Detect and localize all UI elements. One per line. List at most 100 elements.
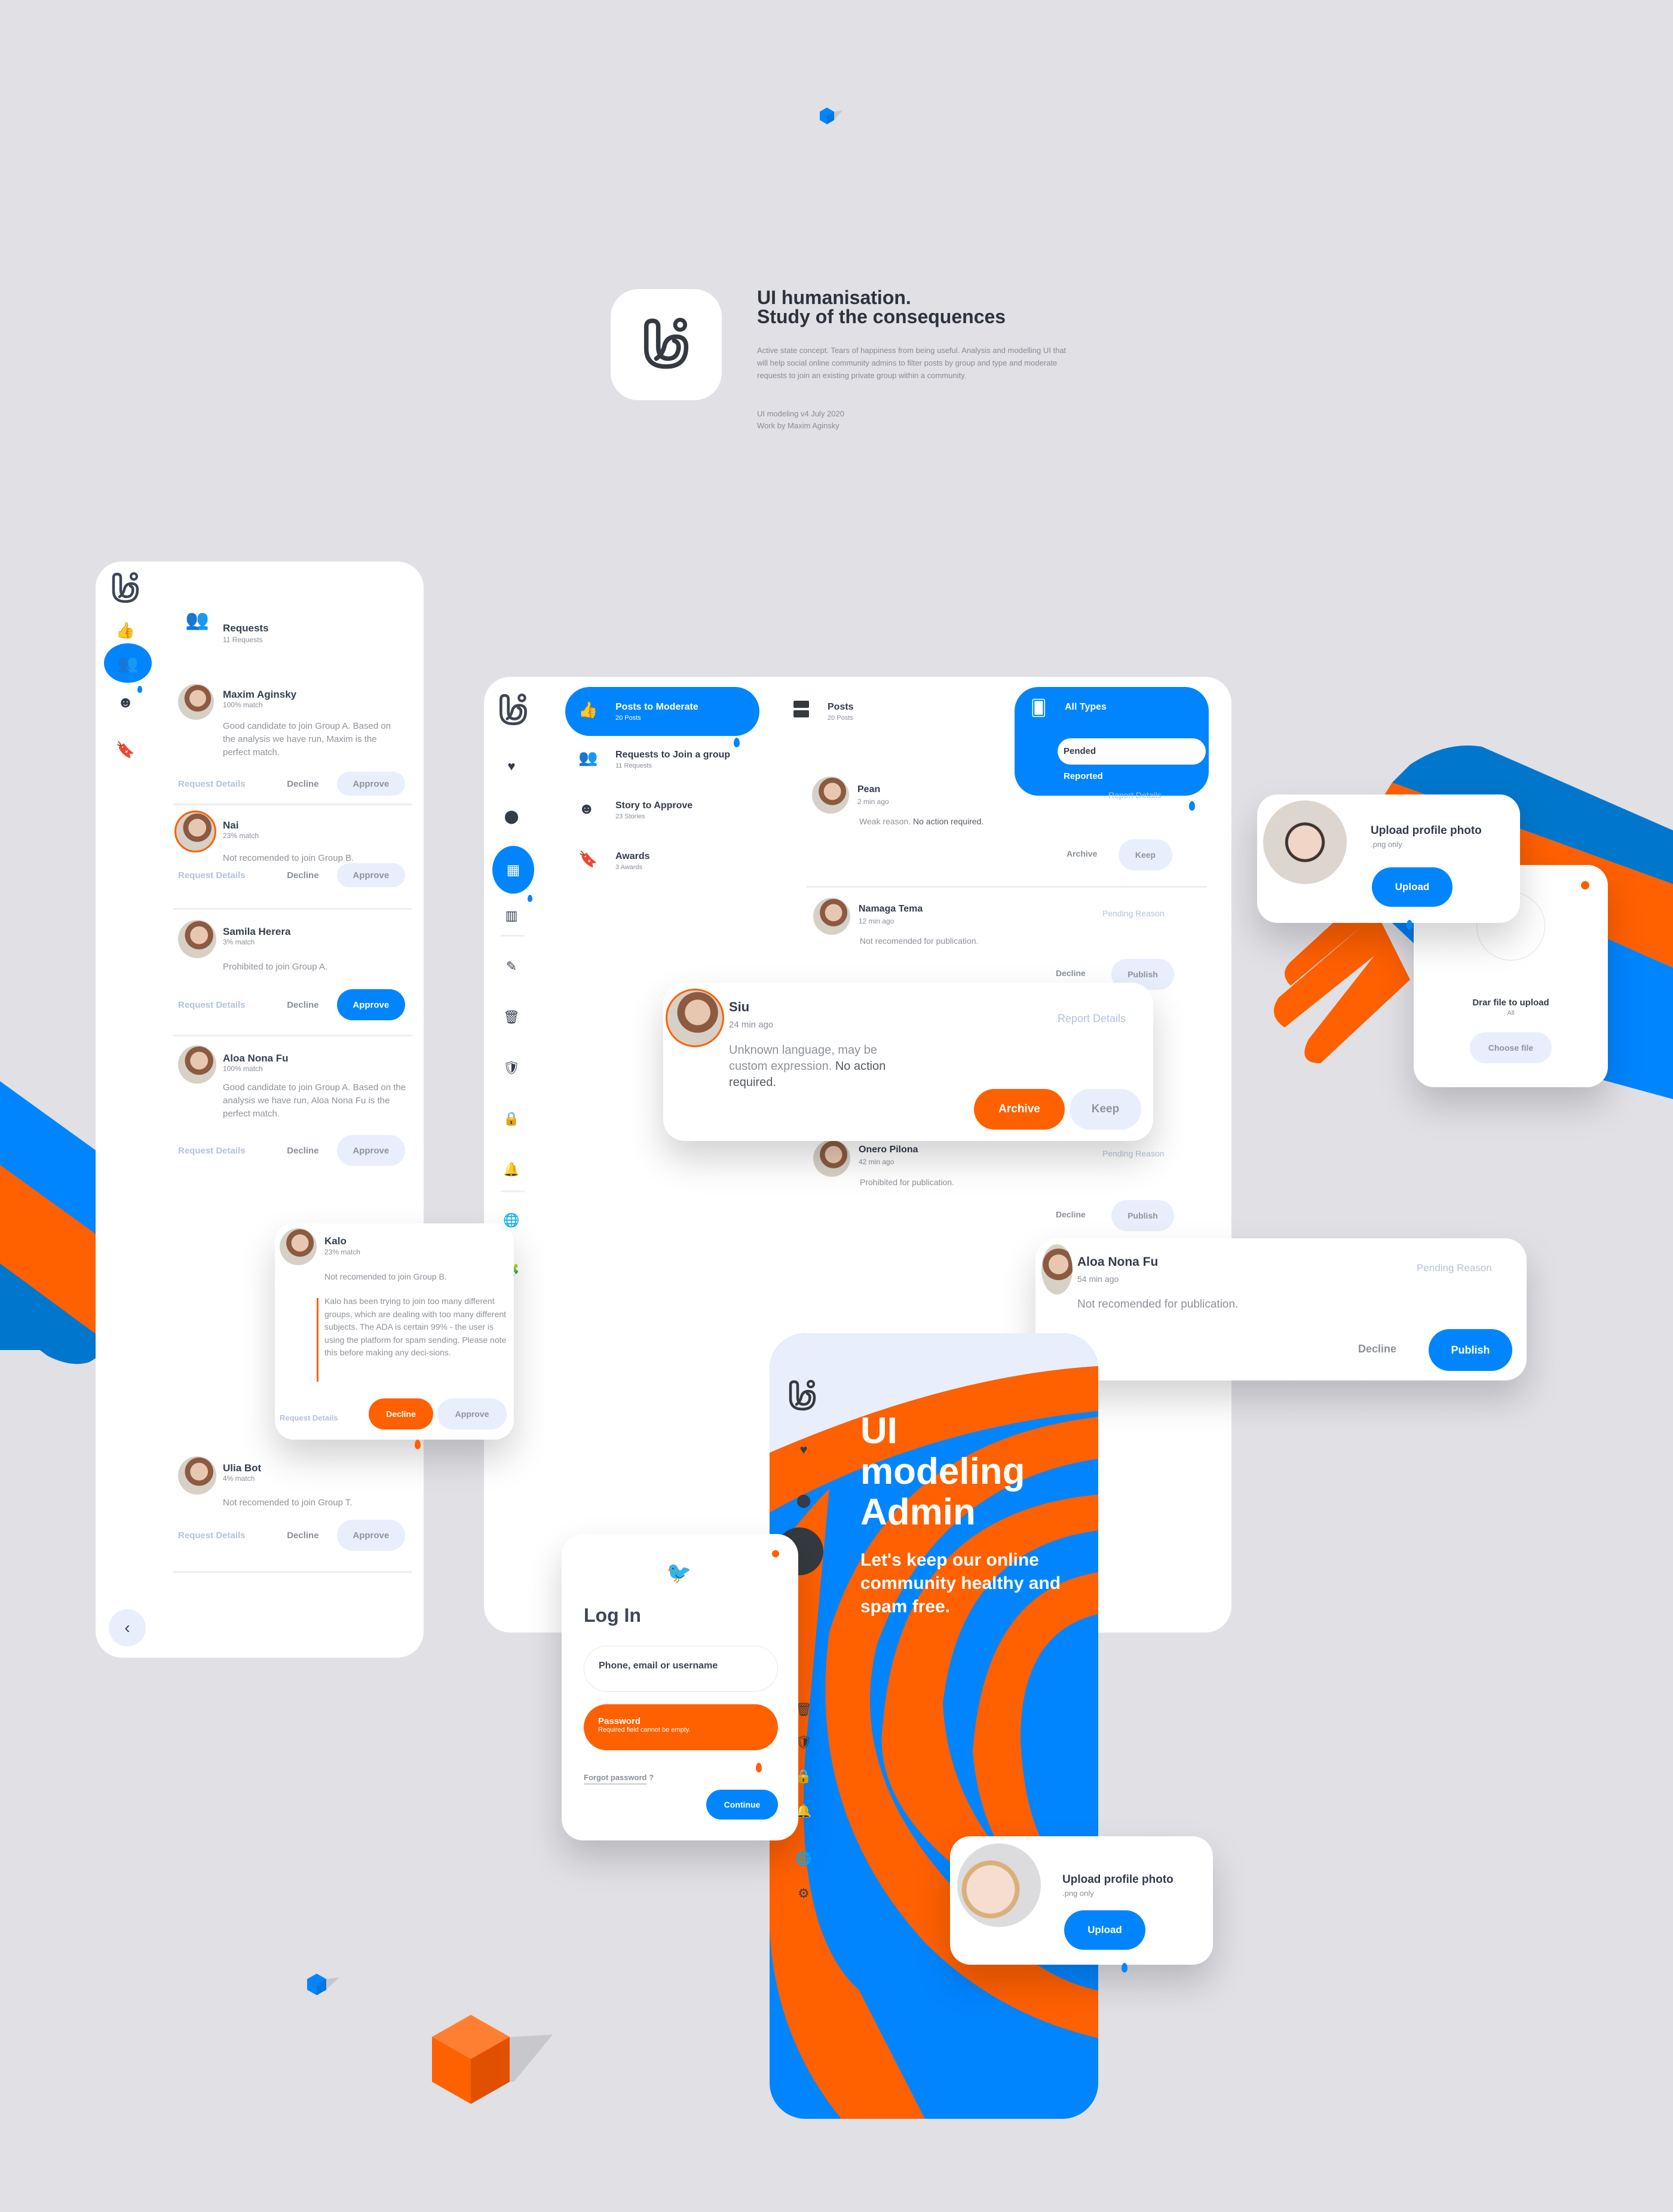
bell-icon[interactable]: 🔔 xyxy=(500,1158,523,1182)
decline-button[interactable]: Decline xyxy=(276,1000,330,1010)
menu-item-count: 3 Awards xyxy=(615,864,643,871)
approve-button[interactable]: Approve xyxy=(336,1135,405,1166)
requests-panel: 👍 👥 ☻ 🔖 👥 Requests 11 Requests Maxim Agi… xyxy=(96,562,424,1658)
username-input[interactable]: Phone, email or username xyxy=(584,1646,778,1692)
upload-button[interactable]: Upload xyxy=(1064,1910,1145,1950)
request-details-link[interactable]: Request Details xyxy=(178,870,276,880)
avatar xyxy=(178,1045,216,1084)
kalo-request-card: Kalo 23% match Not recomended to join Gr… xyxy=(275,1223,514,1449)
active-drop xyxy=(1122,1963,1127,1972)
upload-photo-card-2: Upload profile photo .png only Upload xyxy=(950,1836,1213,1972)
active-drop xyxy=(734,738,740,747)
decline-button[interactable]: Decline xyxy=(369,1398,433,1429)
decline-button[interactable]: Decline xyxy=(276,1530,330,1541)
ui-logo-icon xyxy=(112,572,139,603)
request-actions: Request Details Decline Approve xyxy=(178,863,405,887)
chevron-left-icon: ‹ xyxy=(124,1618,130,1637)
heart-icon[interactable]: ♥ xyxy=(500,754,523,778)
siu-post-card: Siu 24 min ago Unknown language, may be … xyxy=(663,983,1153,1141)
choose-file-button[interactable]: Choose file xyxy=(1470,1032,1552,1063)
filter-option-reported[interactable]: Reported xyxy=(1064,771,1103,781)
continue-button[interactable]: Continue xyxy=(706,1790,778,1820)
archive-button[interactable]: Archive xyxy=(974,1089,1065,1130)
lock-icon[interactable]: 🔒 xyxy=(500,1107,523,1131)
avatar xyxy=(813,1140,850,1177)
location-pin-icon[interactable]: ⬤ xyxy=(500,805,523,829)
forgot-text: Forgot password xyxy=(584,1773,647,1784)
report-details-link[interactable]: Report Details xyxy=(1058,1013,1126,1025)
filter-option-pended[interactable]: Pended xyxy=(1058,738,1206,765)
promo-headline: UI modeling Admin xyxy=(860,1411,1025,1533)
face-icon[interactable]: ☻ xyxy=(114,690,137,714)
menu-item-title: Posts to Moderate xyxy=(615,702,698,712)
divider xyxy=(173,803,412,805)
request-text: Prohibited to join Group A. xyxy=(223,962,328,972)
nav-dashboard-active[interactable]: ▦ xyxy=(492,846,534,894)
divider xyxy=(807,886,1207,888)
password-input-error[interactable]: Password Required field cannot be empty. xyxy=(584,1704,778,1750)
post-time: 2 min ago xyxy=(857,797,889,806)
approve-button[interactable]: Approve xyxy=(336,772,405,796)
globe-icon[interactable]: 🌐 xyxy=(792,1847,816,1871)
publish-button[interactable]: Publish xyxy=(1111,1200,1174,1231)
request-match: 23% match xyxy=(324,1248,361,1256)
decline-button[interactable]: Decline xyxy=(276,779,330,789)
forgot-password-link[interactable]: Forgot password ? xyxy=(584,1773,654,1784)
back-button[interactable]: ‹ xyxy=(109,1609,146,1646)
divider xyxy=(501,1191,525,1192)
post-text-strong: No action required. xyxy=(913,817,984,826)
keep-button[interactable]: Keep xyxy=(1070,1089,1141,1130)
bookmark-icon[interactable]: 🔖 xyxy=(114,738,137,762)
decline-button[interactable]: Decline xyxy=(1056,968,1086,978)
request-actions: Request Details Decline Approve xyxy=(178,989,405,1020)
approve-button[interactable]: Approve xyxy=(437,1398,507,1429)
post-time: 42 min ago xyxy=(859,1158,894,1166)
ui-logo-icon xyxy=(644,318,689,369)
post-time: 24 min ago xyxy=(729,1020,774,1030)
posts-count: 20 Posts xyxy=(828,714,853,722)
publish-button[interactable]: Publish xyxy=(1429,1329,1512,1371)
decline-button[interactable]: Decline xyxy=(276,1146,330,1156)
pencil-icon[interactable]: ✎ xyxy=(500,955,523,978)
decline-button[interactable]: Decline xyxy=(276,870,330,880)
request-details-link[interactable]: Request Details xyxy=(178,1000,276,1010)
keep-button[interactable]: Keep xyxy=(1119,839,1172,870)
divider xyxy=(501,935,525,937)
trash-icon[interactable]: 🗑 xyxy=(500,1005,523,1029)
approve-button[interactable]: Approve xyxy=(336,989,405,1020)
upload-button[interactable]: Upload xyxy=(1372,867,1453,907)
report-details-link[interactable]: Report Details xyxy=(1108,790,1162,800)
menu-item-title[interactable]: Requests to Join a group xyxy=(615,750,730,760)
approve-button[interactable]: Approve xyxy=(336,1520,405,1551)
request-details-link[interactable]: Request Details xyxy=(178,779,276,789)
archive-button[interactable]: Archive xyxy=(1067,849,1097,858)
pending-reason-link[interactable]: Pending Reason xyxy=(1417,1262,1492,1274)
heart-icon[interactable]: ♥ xyxy=(792,1438,816,1462)
film-icon[interactable]: ▥ xyxy=(500,904,523,928)
thumbs-up-down-icon[interactable]: 👍 xyxy=(114,618,137,642)
drop-subtitle: All xyxy=(1507,1010,1515,1017)
decline-button[interactable]: Decline xyxy=(1056,1210,1086,1219)
request-match: 4% match xyxy=(223,1474,255,1483)
posts-title: Posts xyxy=(828,702,854,712)
approve-button[interactable]: Approve xyxy=(336,863,405,887)
login-card: 🐦 Log In Phone, email or username Passwo… xyxy=(562,1534,798,1840)
nav-groups-active[interactable]: 👥 xyxy=(104,643,152,683)
request-details-link[interactable]: Request Details xyxy=(280,1413,338,1422)
post-author: Aloa Nona Fu xyxy=(1077,1255,1159,1269)
pending-reason-link[interactable]: Pending Reason xyxy=(1102,1149,1165,1158)
request-actions: Request Details Decline Approve xyxy=(178,1135,405,1166)
pending-reason-link[interactable]: Pending Reason xyxy=(1102,909,1165,918)
active-drop xyxy=(528,895,532,902)
menu-item-title[interactable]: Story to Approve xyxy=(615,800,693,811)
request-details-link[interactable]: Request Details xyxy=(178,1146,276,1156)
page-title-line2: Study of the consequences xyxy=(757,306,1006,327)
decline-button[interactable]: Decline xyxy=(1358,1343,1396,1355)
request-details-link[interactable]: Request Details xyxy=(178,1530,276,1541)
ui-logo-icon xyxy=(789,1380,816,1411)
gear-icon[interactable]: ⚙ xyxy=(792,1882,816,1906)
menu-item-title[interactable]: Awards xyxy=(615,851,650,862)
location-pin-icon[interactable]: ⬤ xyxy=(792,1489,816,1512)
shield-check-icon[interactable]: 🛡 xyxy=(500,1056,523,1080)
author-label: Work by Maxim Aginsky xyxy=(757,421,839,430)
